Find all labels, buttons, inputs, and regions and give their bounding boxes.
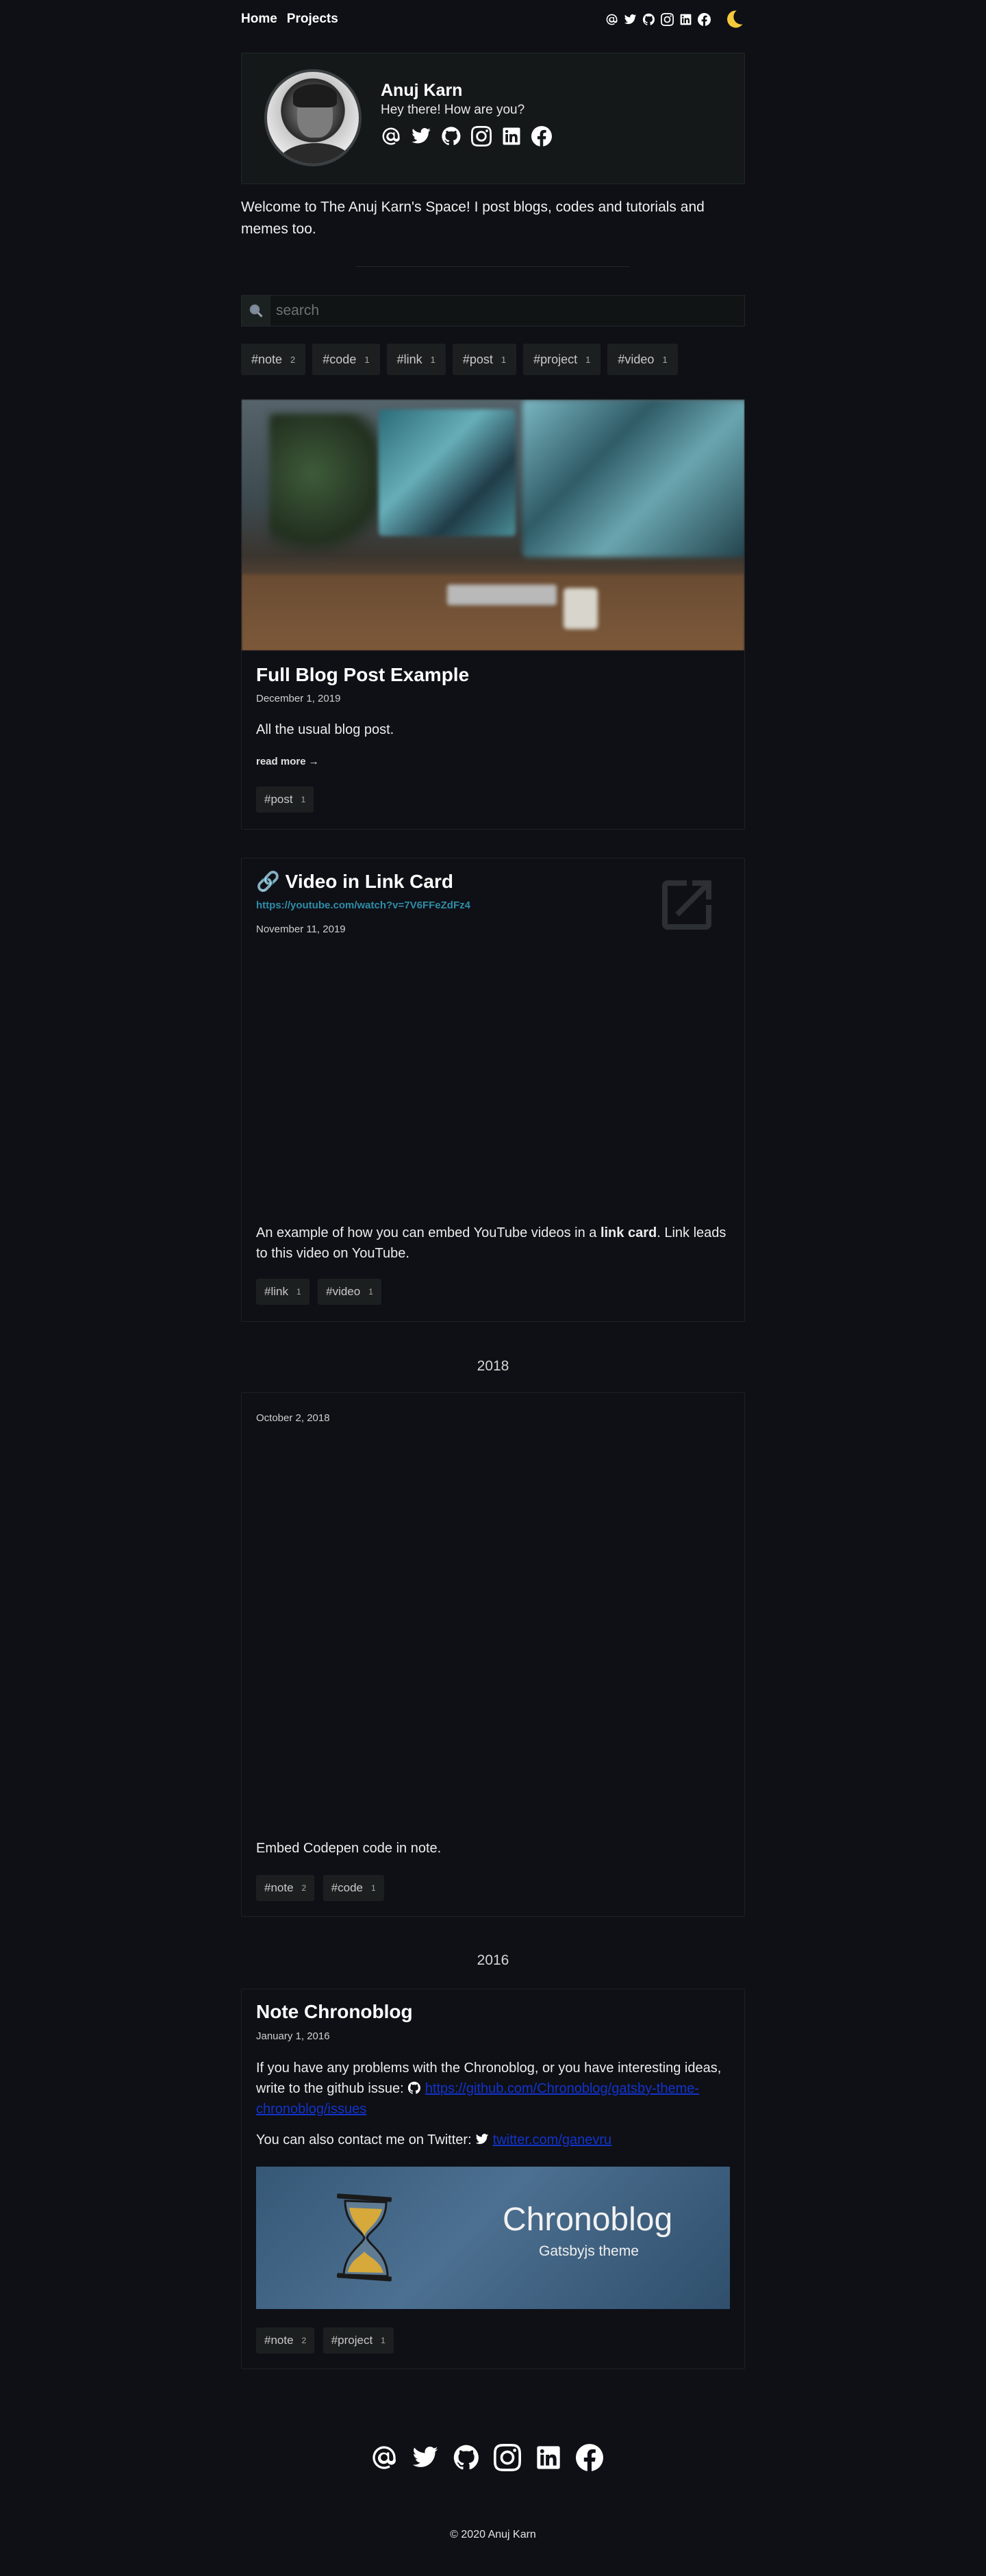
search-icon	[242, 296, 270, 326]
tag-video[interactable]: #video 1	[318, 1279, 381, 1305]
nav-links: Home Projects	[241, 12, 338, 27]
tag-note[interactable]: #note 2	[256, 2328, 315, 2354]
chronoblog-banner-image: Chronoblog Gatsbyjs theme	[256, 2167, 730, 2309]
github-icon[interactable]	[642, 13, 655, 26]
post-tags: #link 1 #video 1	[256, 1279, 387, 1305]
post-date: December 1, 2019	[256, 693, 341, 704]
profile-card: Anuj Karn Hey there! How are you?	[241, 53, 745, 184]
github-icon	[407, 2081, 421, 2095]
theme-toggle-moon-icon[interactable]	[723, 8, 745, 30]
tag-project[interactable]: #project 1	[323, 2328, 394, 2354]
nav-social	[605, 8, 745, 30]
twitter-link[interactable]: twitter.com/ganevru	[493, 2132, 611, 2147]
facebook-icon[interactable]	[698, 13, 711, 26]
post-title[interactable]: Full Blog Post Example	[256, 664, 469, 686]
tag-link[interactable]: #link 1	[256, 1279, 309, 1305]
post-title[interactable]: Note Chronoblog	[256, 2001, 413, 2023]
post-excerpt: All the usual blog post.	[256, 722, 394, 737]
profile-name: Anuj Karn	[381, 81, 463, 100]
tag-link[interactable]: #link 1	[386, 344, 446, 375]
post-text-twitter: You can also contact me on Twitter: twit…	[256, 2132, 612, 2147]
facebook-icon[interactable]	[576, 2444, 603, 2471]
linkedin-icon[interactable]	[679, 13, 692, 26]
post-link-url[interactable]: https://youtube.com/watch?v=7V6FFeZdFz4	[256, 900, 470, 911]
avatar	[264, 69, 362, 166]
post-date: November 11, 2019	[256, 923, 346, 935]
top-nav: Home Projects	[241, 0, 745, 38]
hourglass-icon	[336, 2193, 392, 2282]
twitter-icon[interactable]	[411, 126, 431, 146]
post-card-video-link[interactable]: 🔗 Video in Link Card https://youtube.com…	[241, 858, 745, 1322]
tag-project[interactable]: #project 1	[523, 344, 601, 375]
year-heading-2018: 2018	[477, 1358, 509, 1374]
tag-video[interactable]: #video 1	[607, 344, 678, 375]
post-date: January 1, 2016	[256, 2030, 330, 2042]
tag-post[interactable]: #post 1	[452, 344, 517, 375]
github-icon[interactable]	[441, 126, 462, 146]
post-card-full-blog[interactable]: Full Blog Post Example December 1, 2019 …	[241, 399, 745, 830]
banner-subtitle: Gatsbyjs theme	[539, 2243, 639, 2259]
at-icon[interactable]	[605, 13, 618, 26]
search-bar	[241, 295, 745, 327]
profile-tagline: Hey there! How are you?	[381, 103, 525, 117]
linkedin-icon[interactable]	[501, 126, 522, 146]
post-tags: #note 2 #project 1	[256, 2328, 399, 2354]
post-date: October 2, 2018	[256, 1412, 330, 1424]
external-link-icon[interactable]	[654, 872, 720, 938]
profile-social-icons	[381, 126, 552, 146]
linkedin-icon[interactable]	[535, 2444, 562, 2471]
instagram-icon[interactable]	[494, 2444, 521, 2471]
tag-note[interactable]: #note 2	[256, 1875, 315, 1901]
twitter-icon[interactable]	[412, 2444, 439, 2471]
post-cover-image	[242, 400, 744, 650]
post-tags: #post 1	[256, 787, 319, 813]
footer-copyright: © 2020 Anuj Karn	[450, 2529, 536, 2540]
twitter-icon[interactable]	[624, 13, 637, 26]
tag-code[interactable]: #code 1	[323, 1875, 384, 1901]
post-text: Embed Codepen code in note.	[256, 1841, 442, 1856]
divider	[355, 266, 629, 267]
instagram-icon[interactable]	[471, 126, 492, 146]
at-icon[interactable]	[381, 126, 401, 146]
nav-home-link[interactable]: Home	[241, 12, 277, 27]
facebook-icon[interactable]	[531, 126, 552, 146]
post-card-codepen-note[interactable]: October 2, 2018 Embed Codepen code in no…	[241, 1392, 745, 1917]
footer-social-icons	[370, 2444, 603, 2471]
post-text-issues: If you have any problems with the Chrono…	[256, 2061, 722, 2117]
twitter-icon	[475, 2132, 489, 2146]
tag-post[interactable]: #post 1	[256, 787, 314, 813]
github-icon[interactable]	[453, 2444, 480, 2471]
post-text: An example of how you can embed YouTube …	[256, 1225, 726, 1261]
tag-note[interactable]: #note 2	[241, 344, 306, 375]
banner-title: Chronoblog	[503, 2202, 673, 2238]
tag-code[interactable]: #code 1	[312, 344, 380, 375]
post-card-note-chronoblog[interactable]: Note Chronoblog January 1, 2016 If you h…	[241, 1989, 745, 2369]
read-more-link[interactable]: read more →	[256, 756, 319, 767]
instagram-icon[interactable]	[661, 13, 674, 26]
tag-filter-list: #note 2 #code 1 #link 1 #post 1 #project 1 #v…	[241, 344, 745, 375]
at-icon[interactable]	[370, 2444, 398, 2471]
search-input[interactable]	[270, 303, 736, 319]
welcome-text: Welcome to The Anuj Karn's Space! I post…	[241, 199, 705, 237]
nav-projects-link[interactable]: Projects	[287, 12, 338, 27]
year-heading-2016: 2016	[477, 1952, 509, 1968]
post-title[interactable]: 🔗 Video in Link Card	[256, 870, 453, 893]
post-tags: #note 2 #code 1	[256, 1875, 390, 1901]
